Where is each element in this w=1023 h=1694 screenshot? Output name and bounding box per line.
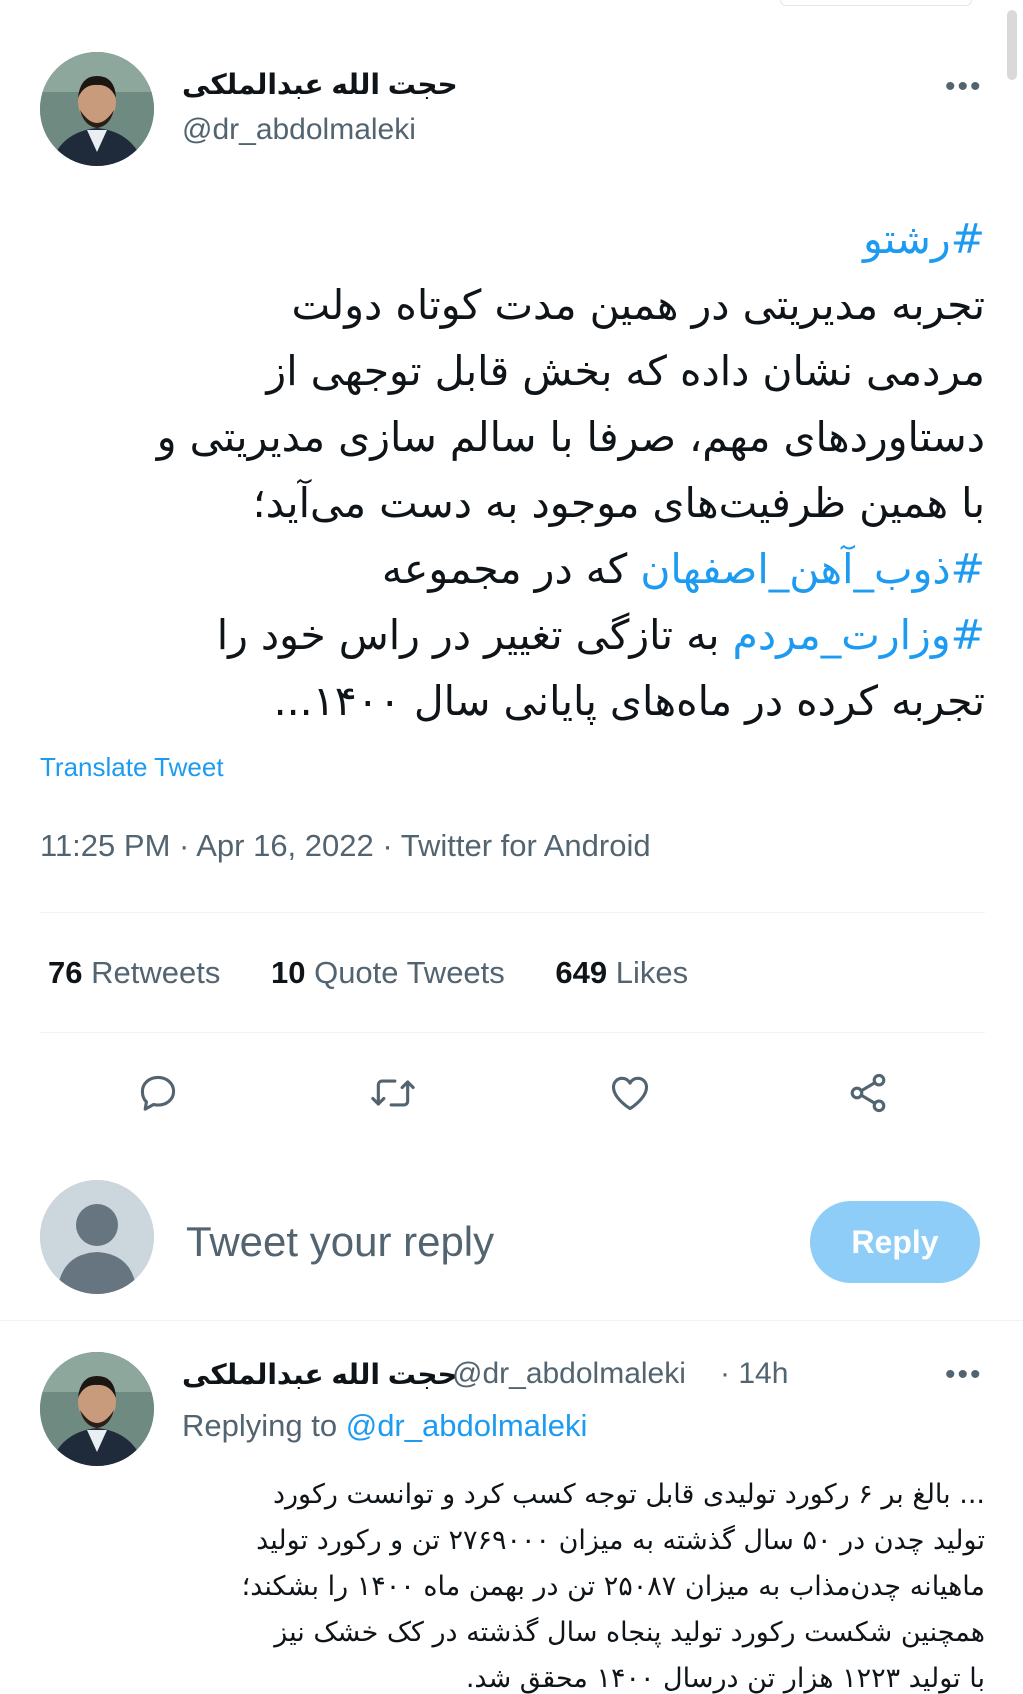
divider bbox=[40, 1032, 985, 1033]
tweet-text-segment: که در مجموعه bbox=[381, 545, 641, 593]
like-icon bbox=[611, 1076, 649, 1111]
reply-tweet-text: ... بالغ بر ۶ رکورد تولیدی قابل توجه کسب… bbox=[170, 1472, 985, 1694]
reply-text-line: همچنین شکست رکورد تولید پنجاه سال گذشته … bbox=[274, 1617, 985, 1648]
reply-author-avatar[interactable] bbox=[40, 1352, 154, 1466]
tweet-text-line: دستاوردهای مهم، صرفا با سالم سازی مدیریت… bbox=[40, 404, 985, 470]
replying-to-label: Replying to bbox=[182, 1408, 338, 1443]
share-action[interactable] bbox=[843, 1068, 893, 1118]
hashtag-link[interactable]: #رشتو bbox=[863, 215, 985, 263]
tweet-text-segment: با همین ظرفیت‌های موجود به دست می‌آید؛ bbox=[252, 479, 985, 527]
retweet-action[interactable] bbox=[368, 1068, 418, 1118]
tweet-text-segment: دستاوردهای مهم، صرفا با سالم سازی مدیریت… bbox=[156, 413, 985, 461]
likes-count: 649 bbox=[555, 955, 608, 990]
tweet-text-segment: به تازگی تغییر در راس خود را bbox=[216, 611, 733, 659]
more-options-icon[interactable]: ••• bbox=[945, 72, 983, 102]
tweet-metadata: 11:25 PM · Apr 16, 2022 · Twitter for An… bbox=[40, 828, 651, 863]
reply-text-line: ... بالغ بر ۶ رکورد تولیدی قابل توجه کسب… bbox=[272, 1479, 985, 1510]
tweet-text-line: #وزارت_مردم به تازگی تغییر در راس خود را bbox=[40, 602, 985, 668]
share-icon bbox=[850, 1073, 886, 1113]
retweets-label: Retweets bbox=[91, 955, 221, 990]
tweet-actions bbox=[0, 1068, 1023, 1118]
section-separator bbox=[0, 1320, 1023, 1321]
divider bbox=[40, 912, 985, 913]
retweets-stat[interactable]: 76 Retweets bbox=[48, 955, 220, 990]
default-profile-icon bbox=[40, 1180, 154, 1294]
reply-author-name[interactable]: حجت الله عبدالملکی bbox=[182, 1358, 458, 1391]
tweet-text-segment: تجربه مدیریتی در همین مدت کوتاه دولت bbox=[291, 281, 986, 329]
reply-timestamp[interactable]: · 14h bbox=[720, 1357, 788, 1391]
quote-tweets-count: 10 bbox=[270, 955, 306, 990]
hashtag-link[interactable]: #وزارت_مردم bbox=[733, 611, 985, 659]
top-edge-element bbox=[780, 0, 972, 6]
retweet-icon bbox=[371, 1079, 415, 1107]
reply-icon bbox=[140, 1075, 176, 1111]
tweet-text-line: تجربه مدیریتی در همین مدت کوتاه دولت bbox=[40, 272, 986, 338]
likes-label: Likes bbox=[615, 955, 689, 990]
hashtag-link[interactable]: #ذوب_آهن_اصفهان bbox=[640, 545, 985, 593]
tweet-text-line: #رشتو bbox=[40, 206, 985, 272]
tweet-text-line: تجربه کرده در ماه‌های پایانی سال ۱۴۰۰... bbox=[40, 668, 985, 734]
reply-action[interactable] bbox=[133, 1068, 183, 1118]
reply-author-handle[interactable]: @dr_abdolmaleki bbox=[452, 1357, 686, 1391]
author-handle[interactable]: @dr_abdolmaleki bbox=[182, 113, 416, 147]
scrollbar[interactable] bbox=[1007, 10, 1017, 80]
tweet-page: حجت الله عبدالملکی @dr_abdolmaleki ••• #… bbox=[0, 0, 1023, 1694]
tweet-text-segment: تجربه کرده در ماه‌های پایانی سال ۱۴۰۰... bbox=[273, 677, 985, 725]
reply-text-line: ماهیانه چدن‌مذاب به میزان ۲۵۰۸۷ تن در به… bbox=[241, 1571, 985, 1602]
user-avatar bbox=[40, 1180, 154, 1294]
replying-to: Replying to @dr_abdolmaleki bbox=[182, 1408, 587, 1444]
retweets-count: 76 bbox=[48, 955, 83, 990]
reply-button[interactable]: Reply bbox=[810, 1201, 980, 1283]
author-avatar[interactable] bbox=[40, 52, 154, 166]
tweet-text-segment: مردمی نشان داده که بخش قابل توجهی از bbox=[266, 347, 985, 395]
tweet-stats: 76 Retweets 10 Quote Tweets 649 Likes bbox=[48, 955, 730, 991]
replying-to-handle[interactable]: @dr_abdolmaleki bbox=[346, 1408, 588, 1443]
likes-stat[interactable]: 649 Likes bbox=[555, 955, 688, 990]
reply-text-line: با تولید ۱۲۲۳ هزار تن درسال ۱۴۰۰ محقق شد… bbox=[465, 1663, 985, 1694]
reply-input[interactable]: Tweet your reply bbox=[186, 1218, 494, 1266]
like-action[interactable] bbox=[605, 1068, 655, 1118]
quote-tweets-stat[interactable]: 10 Quote Tweets bbox=[271, 955, 505, 990]
tweet-text: #رشتو تجربه مدیریتی در همین مدت کوتاه دول… bbox=[40, 206, 985, 734]
translate-tweet-link[interactable]: Translate Tweet bbox=[40, 752, 224, 783]
reply-text-line: تولید چدن در ۵۰ سال گذشته به میزان ۲۷۶۹۰… bbox=[256, 1525, 985, 1556]
tweet-text-line: #ذوب_آهن_اصفهان که در مجموعه bbox=[40, 536, 985, 602]
reply-more-options-icon[interactable]: ••• bbox=[945, 1360, 983, 1390]
quote-tweets-label: Quote Tweets bbox=[314, 955, 505, 990]
tweet-text-line: مردمی نشان داده که بخش قابل توجهی از bbox=[40, 338, 985, 404]
author-name[interactable]: حجت الله عبدالملکی bbox=[182, 68, 458, 101]
tweet-text-line: با همین ظرفیت‌های موجود به دست می‌آید؛ bbox=[40, 470, 985, 536]
